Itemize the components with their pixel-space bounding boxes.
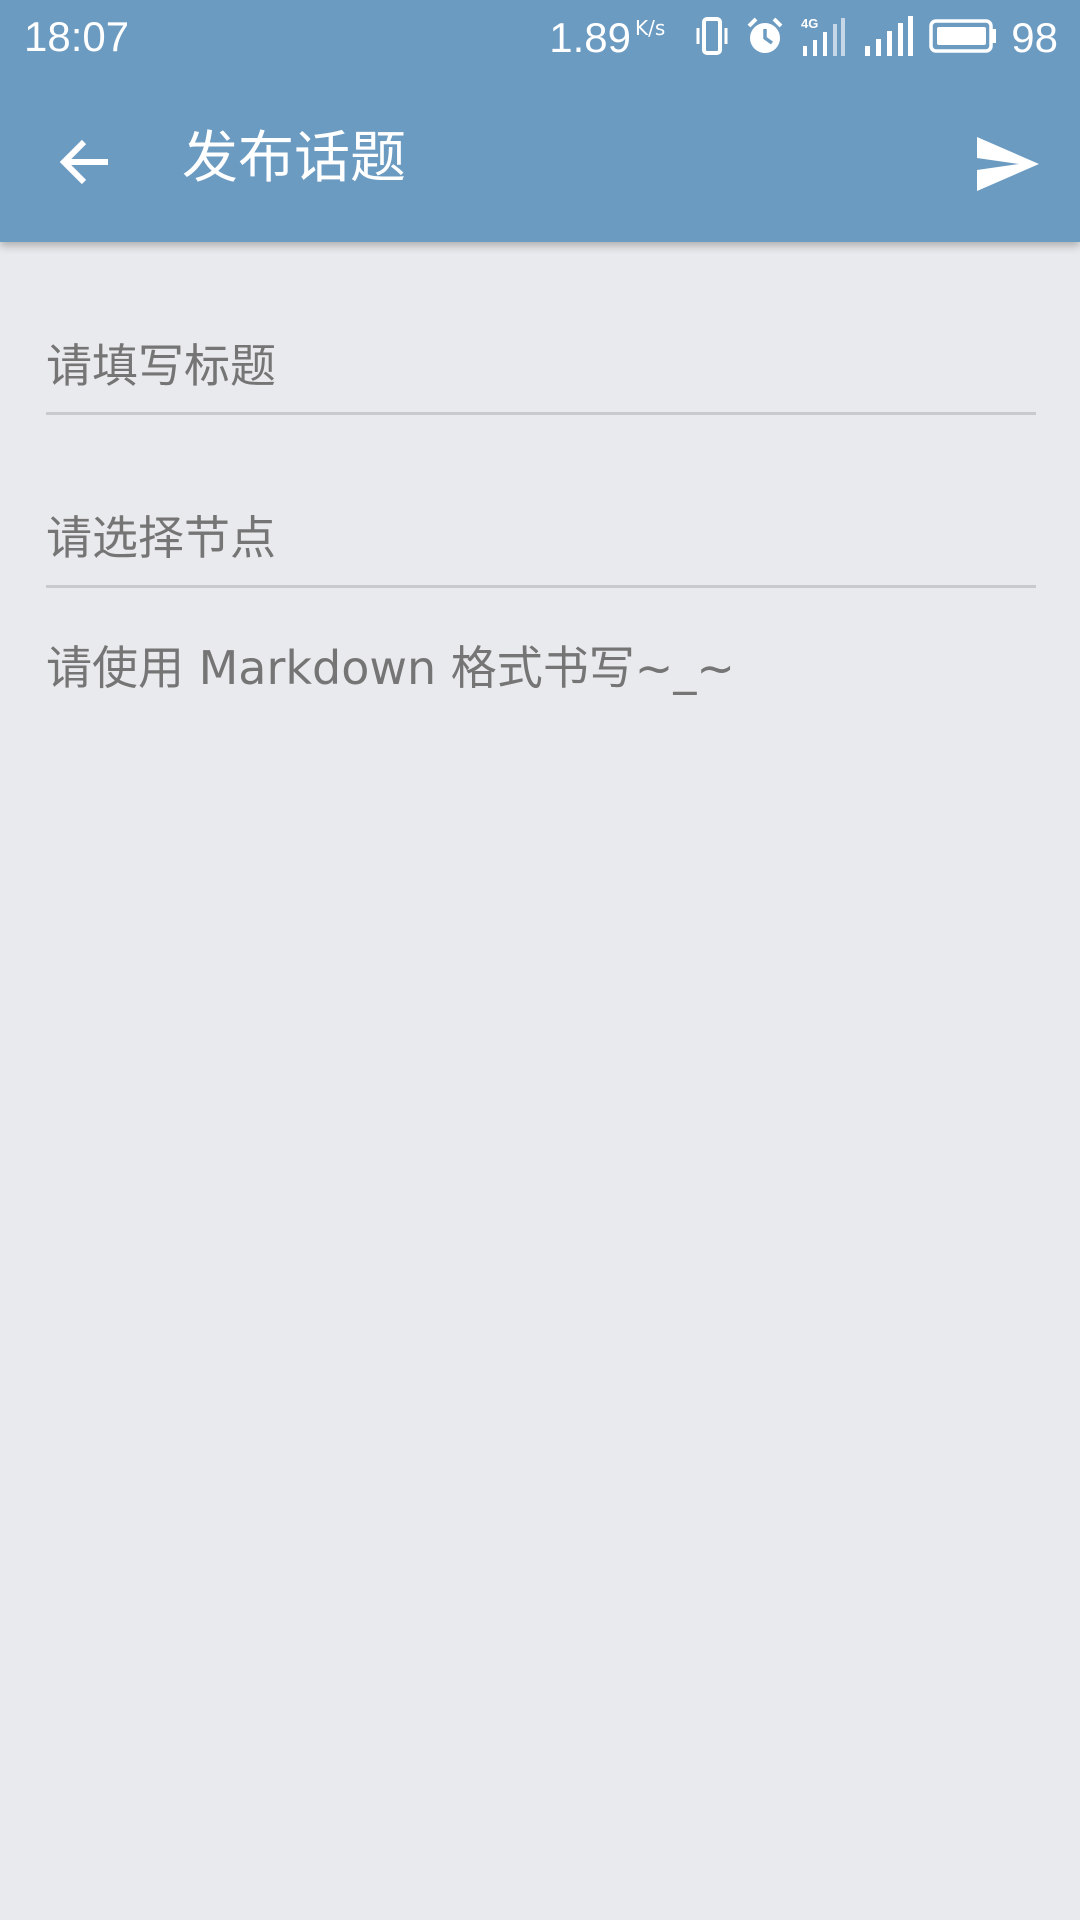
title-input-placeholder: 请填写标题 [46,339,276,393]
status-time: 18:07 [24,13,130,60]
network-type-label: 4G [801,16,818,31]
title-input[interactable]: 请填写标题 [46,338,1036,394]
arrow-left-icon [59,139,108,185]
send-button[interactable] [968,124,1048,204]
alarm-icon [745,16,785,60]
signal-icon [863,16,914,60]
send-icon [977,137,1039,191]
node-select-underline [46,585,1036,588]
vibrate-icon [695,16,729,60]
battery-percent: 98 [1011,14,1058,61]
toolbar: 发布话题 [0,76,1080,242]
battery-icon [929,18,997,58]
status-icons: 1.89 K/s 4G 98 [549,12,1058,64]
status-bar: 18:07 1.89 K/s 4G 98 [0,0,1080,76]
app-header: 18:07 1.89 K/s 4G 98 发布话题 [0,0,1080,242]
net-speed-unit: K/s [635,16,666,40]
title-input-underline [46,412,1036,415]
signal-4g-icon: 4G [801,16,847,60]
content-textarea-placeholder: 请使用 Markdown 格式书写~_~ [46,641,735,695]
net-speed: 1.89 [549,14,631,61]
back-button[interactable] [44,122,124,202]
content-textarea[interactable]: 请使用 Markdown 格式书写~_~ [46,640,1036,1880]
node-select[interactable]: 请选择节点 [46,510,1036,566]
node-select-placeholder: 请选择节点 [46,511,276,565]
page-title: 发布话题 [182,126,406,191]
